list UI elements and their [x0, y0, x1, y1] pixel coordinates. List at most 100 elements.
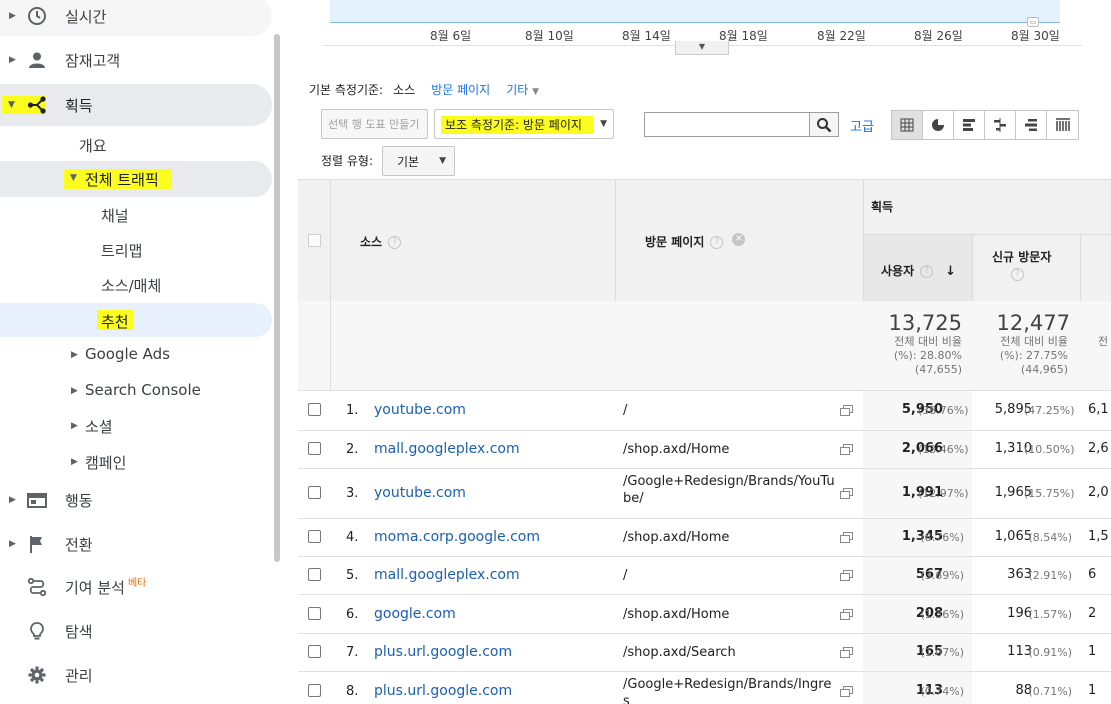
- nav-item-attribution[interactable]: 기여 분석 베타: [0, 567, 272, 607]
- row-checkbox[interactable]: [308, 684, 321, 697]
- row-checkbox[interactable]: [308, 607, 321, 620]
- nav-item-discover[interactable]: 탐색: [0, 611, 272, 651]
- nav-sub-social[interactable]: 소셜: [85, 416, 113, 437]
- table-row[interactable]: 7. plus.url.google.com/shop.axd/Search 165…: [298, 633, 1111, 671]
- dimension-landing-page-link[interactable]: 방문 페이지: [431, 81, 490, 98]
- nav-sub-search-console[interactable]: Search Console: [85, 381, 201, 399]
- column-header-landing-page[interactable]: 방문 페이지? ✕: [645, 233, 746, 250]
- open-in-new-icon[interactable]: [840, 647, 853, 658]
- source-link[interactable]: mall.googleplex.com: [374, 567, 520, 583]
- row-checkbox[interactable]: [308, 442, 321, 455]
- source-link[interactable]: mall.googleplex.com: [374, 441, 520, 457]
- total-new-users-of: (44,965): [1020, 363, 1068, 376]
- report-table: 소스? 방문 페이지? ✕ 획득 사용자? ↓ 신규 방문자 ? 13,725 전체…: [298, 179, 1111, 704]
- nav-sub-campaigns[interactable]: 캠페인: [85, 452, 126, 473]
- table-row[interactable]: 3. youtube.com/Google+Redesign/Brands/You…: [298, 468, 1111, 518]
- source-link[interactable]: plus.url.google.com: [374, 683, 512, 699]
- nav-item-acquisition[interactable]: ▼ 획득: [0, 84, 272, 126]
- open-in-new-icon[interactable]: [840, 488, 853, 499]
- row-checkbox[interactable]: [308, 530, 321, 543]
- table-row[interactable]: 6. google.com/shop.axd/Home 208 (1.36%) 196(…: [298, 594, 1111, 633]
- lightbulb-icon: [26, 620, 48, 642]
- table-row[interactable]: 8. plus.url.google.com/Google+Redesign/Br…: [298, 671, 1111, 704]
- nav-sub-treemaps[interactable]: 트리맵: [101, 240, 142, 261]
- help-icon[interactable]: ?: [1011, 268, 1024, 281]
- nav-sub-all-traffic: 전체 트래픽: [85, 171, 159, 189]
- users-percent: (1.36%): [920, 608, 964, 621]
- table-row[interactable]: 5. mall.googleplex.com/567 (3.69%) 363 (2.91…: [298, 556, 1111, 594]
- nav-item-admin[interactable]: 관리: [0, 655, 272, 695]
- open-in-new-icon[interactable]: [840, 532, 853, 543]
- x-tick: 8월 22일: [817, 29, 866, 43]
- nav-label-text: 기여 분석: [65, 578, 125, 597]
- create-pivot-button[interactable]: 선택 행 도표 만들기: [321, 109, 428, 139]
- column-header-source[interactable]: 소스?: [360, 233, 402, 250]
- nav-item-audience[interactable]: ▶ 잠재고객: [0, 40, 272, 80]
- nav-sub-source-medium[interactable]: 소스/매체: [101, 275, 161, 296]
- users-percent: (1.07%): [920, 646, 964, 659]
- total-users-of: (47,655): [914, 363, 962, 376]
- expand-arrow-icon: ▶: [9, 495, 16, 505]
- column-header-users[interactable]: 사용자? ↓: [881, 262, 956, 279]
- open-in-new-icon[interactable]: [840, 444, 853, 455]
- x-tick: 8월 30일: [1011, 29, 1060, 43]
- chevron-down-icon: ▼: [600, 119, 607, 129]
- chart-collapse-handle[interactable]: ▼: [675, 41, 729, 55]
- row-number: 3.: [346, 486, 359, 501]
- performance-view-button[interactable]: [954, 111, 985, 139]
- nav-item-realtime[interactable]: ▶ 실시간: [0, 0, 272, 36]
- row-checkbox[interactable]: [308, 403, 321, 416]
- table-search-input[interactable]: [644, 112, 810, 137]
- nav-sub-referrals-row[interactable]: 추천: [0, 303, 272, 337]
- dimension-other-dropdown[interactable]: 기타 ▼: [506, 81, 539, 98]
- source-link[interactable]: plus.url.google.com: [374, 644, 512, 660]
- pivot-view-button[interactable]: [1047, 111, 1078, 139]
- row-checkbox[interactable]: [308, 568, 321, 581]
- table-row[interactable]: 4. moma.corp.google.com/shop.axd/Home 1,34…: [298, 518, 1111, 556]
- nav-item-conversions[interactable]: ▶ 전환: [0, 524, 272, 564]
- annotation-marker-icon[interactable]: ▭: [1027, 17, 1039, 27]
- acquisition-icon: [26, 94, 48, 116]
- source-link[interactable]: youtube.com: [374, 402, 466, 418]
- help-icon[interactable]: ?: [388, 236, 402, 249]
- advanced-filter-link[interactable]: 고급: [850, 116, 874, 135]
- column-header-new-users[interactable]: 신규 방문자: [992, 248, 1051, 265]
- new-users-value: 5,895: [994, 402, 1032, 417]
- open-in-new-icon[interactable]: [840, 405, 853, 416]
- nav-item-behavior[interactable]: ▶ 행동: [0, 480, 272, 520]
- open-in-new-icon[interactable]: [840, 609, 853, 620]
- select-all-checkbox[interactable]: [308, 234, 321, 247]
- help-icon[interactable]: ?: [710, 236, 724, 249]
- x-tick: 8월 6일: [430, 29, 472, 43]
- view-toggle-group: [891, 110, 1079, 140]
- table-row[interactable]: 2. mall.googleplex.com/shop.axd/Home 2,066…: [298, 430, 1111, 468]
- comparison-view-button[interactable]: [985, 111, 1016, 139]
- nav-sub-channels[interactable]: 채널: [101, 205, 129, 226]
- source-link[interactable]: google.com: [374, 606, 456, 622]
- clock-icon: [26, 5, 48, 27]
- source-link[interactable]: youtube.com: [374, 485, 466, 501]
- nav-sub-all-traffic-row[interactable]: ▼ 전체 트래픽: [0, 161, 272, 197]
- users-percent: (3.69%): [920, 569, 964, 582]
- sort-type-dropdown[interactable]: 기본 ▼: [382, 146, 455, 176]
- sidebar-scrollbar[interactable]: [274, 34, 280, 562]
- pie-view-button[interactable]: [923, 111, 954, 139]
- search-button[interactable]: [809, 112, 839, 137]
- open-in-new-icon[interactable]: [840, 570, 853, 581]
- nav-sub-google-ads[interactable]: Google Ads: [85, 345, 170, 363]
- sidebar: ▶ 실시간 ▶ 잠재고객 ▼ 획득 개요 ▼ 전체 트래픽 채널 트리맵 소스/…: [0, 0, 283, 704]
- nav-sub-overview[interactable]: 개요: [79, 135, 107, 156]
- attribution-icon: [26, 576, 48, 598]
- term-cloud-view-button[interactable]: [1016, 111, 1047, 139]
- row-checkbox[interactable]: [308, 486, 321, 499]
- remove-dimension-icon[interactable]: ✕: [732, 233, 746, 246]
- landing-page-cell: /shop.axd/Home: [623, 607, 730, 622]
- row-checkbox[interactable]: [308, 645, 321, 658]
- table-row[interactable]: 1. youtube.com/5,950 (38.76%) 5,895 (47.25%)…: [298, 390, 1111, 430]
- secondary-dimension-dropdown[interactable]: 보조 측정기준: 방문 페이지 ▼: [434, 109, 614, 139]
- open-in-new-icon[interactable]: [840, 686, 853, 697]
- help-icon[interactable]: ?: [920, 265, 934, 278]
- source-link[interactable]: moma.corp.google.com: [374, 529, 540, 545]
- column-header-users-label: 사용자: [881, 264, 915, 278]
- table-view-button[interactable]: [892, 111, 923, 139]
